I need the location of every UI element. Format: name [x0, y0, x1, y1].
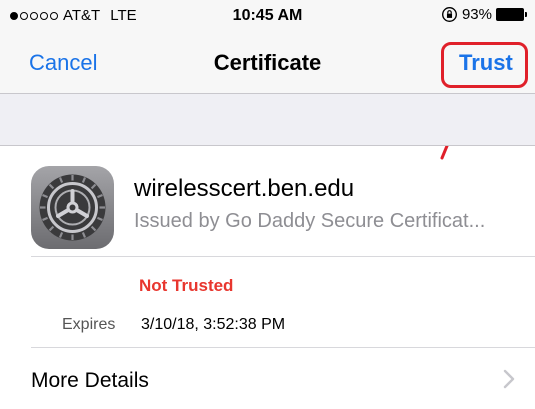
section-spacer	[0, 94, 535, 146]
expires-label: Expires	[62, 316, 116, 333]
settings-gear-icon	[31, 166, 114, 249]
battery-icon	[496, 8, 527, 21]
rotation-lock-icon	[441, 7, 457, 22]
trust-status: Not Trusted	[139, 276, 234, 295]
expires-value: 3/10/18, 3:52:38 PM	[141, 316, 286, 333]
status-bar: AT&T LTE 10:45 AM 93%	[0, 0, 535, 30]
divider	[31, 256, 535, 257]
battery-info: 93%	[441, 6, 527, 23]
more-details-row[interactable]: More Details	[0, 348, 535, 409]
battery-percent: 93%	[461, 6, 492, 23]
annotation-highlight-box	[441, 42, 528, 88]
certificate-issuer: Issued by Go Daddy Secure Certificat...	[134, 210, 486, 232]
certificate-name: wirelesscert.ben.edu	[134, 175, 355, 202]
chevron-right-icon	[503, 369, 515, 389]
more-details-label: More Details	[31, 369, 149, 392]
